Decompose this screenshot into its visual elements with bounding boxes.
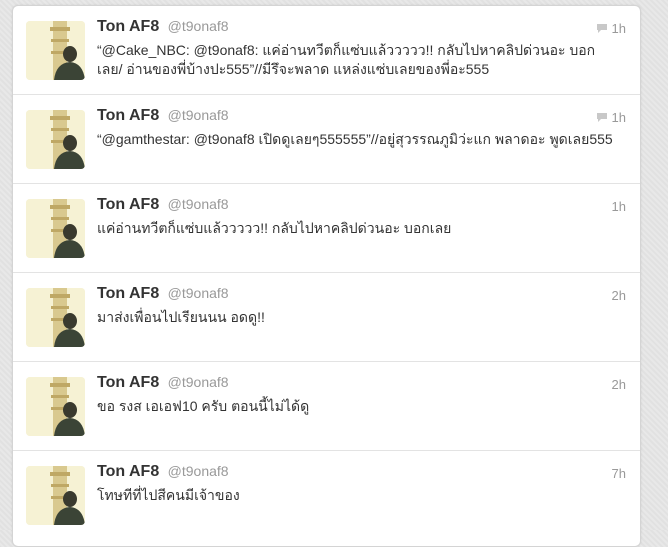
tweet-meta: 1h	[596, 21, 626, 36]
timestamp[interactable]: 2h	[612, 288, 626, 303]
timestamp[interactable]: 1h	[612, 21, 626, 36]
tweet-text: “@gamthestar: @t9onaf8 เปิดดูเลยๆ555555”…	[97, 131, 613, 147]
avatar[interactable]	[26, 110, 85, 169]
tweet-header: Ton AF8 @t9onaf8	[97, 285, 229, 305]
tweet-item[interactable]: Ton AF8 @t9onaf8 2h ขอ รงส เอเอฟ10 ครับ …	[13, 362, 640, 451]
user-handle[interactable]: @t9onaf8	[168, 285, 229, 301]
avatar[interactable]	[26, 21, 85, 80]
user-handle[interactable]: @t9onaf8	[168, 196, 229, 212]
tweet-timeline: Ton AF8 @t9onaf8 1h “@Cake_NBC: @t9onaf8…	[12, 5, 641, 547]
tweet-header: Ton AF8 @t9onaf8	[97, 107, 229, 127]
timestamp[interactable]: 7h	[612, 466, 626, 481]
timestamp[interactable]: 1h	[612, 199, 626, 214]
speech-bubble-icon	[596, 24, 607, 33]
user-name[interactable]: Ton AF8	[97, 463, 159, 480]
user-handle[interactable]: @t9onaf8	[168, 463, 229, 479]
tweet-meta: 1h	[612, 199, 626, 214]
avatar[interactable]	[26, 377, 85, 436]
profile-photo-icon	[26, 466, 85, 525]
tweet-text: แค่อ่านทวีตก็แซ่บแล้ววววว!! กลับไปหาคลิป…	[97, 220, 452, 236]
profile-photo-icon	[26, 377, 85, 436]
tweet-meta: 2h	[612, 288, 626, 303]
tweet-text: “@Cake_NBC: @t9onaf8: แค่อ่านทวีตก็แซ่บแ…	[97, 42, 596, 77]
tweet-item[interactable]: Ton AF8 @t9onaf8 1h แค่อ่านทวีตก็แซ่บแล้…	[13, 184, 640, 273]
user-name[interactable]: Ton AF8	[97, 18, 159, 35]
profile-photo-icon	[26, 199, 85, 258]
user-handle[interactable]: @t9onaf8	[168, 18, 229, 34]
tweet-item[interactable]: Ton AF8 @t9onaf8 1h “@Cake_NBC: @t9onaf8…	[13, 6, 640, 95]
timestamp[interactable]: 1h	[612, 110, 626, 125]
profile-photo-icon	[26, 288, 85, 347]
avatar[interactable]	[26, 466, 85, 525]
user-handle[interactable]: @t9onaf8	[168, 374, 229, 390]
speech-bubble-icon	[596, 113, 607, 122]
tweet-item[interactable]: Ton AF8 @t9onaf8 2h มาส่งเพื่อนไปเรียนนน…	[13, 273, 640, 362]
tweet-text: ขอ รงส เอเอฟ10 ครับ ตอนนี้ไม่ได้ดู	[97, 398, 310, 414]
avatar[interactable]	[26, 288, 85, 347]
user-name[interactable]: Ton AF8	[97, 107, 159, 124]
tweet-item[interactable]: Ton AF8 @t9onaf8 1h “@gamthestar: @t9ona…	[13, 95, 640, 184]
avatar[interactable]	[26, 199, 85, 258]
tweet-meta: 7h	[612, 466, 626, 481]
tweet-header: Ton AF8 @t9onaf8	[97, 18, 229, 38]
tweet-header: Ton AF8 @t9onaf8	[97, 463, 229, 483]
tweet-meta: 2h	[612, 377, 626, 392]
tweet-header: Ton AF8 @t9onaf8	[97, 374, 229, 394]
tweet-text: โทษทีที่ไปสีคนมีเจ้าของ	[97, 487, 240, 503]
user-name[interactable]: Ton AF8	[97, 374, 159, 391]
tweet-meta: 1h	[596, 110, 626, 125]
profile-photo-icon	[26, 21, 85, 80]
timestamp[interactable]: 2h	[612, 377, 626, 392]
tweet-header: Ton AF8 @t9onaf8	[97, 196, 229, 216]
user-handle[interactable]: @t9onaf8	[168, 107, 229, 123]
user-name[interactable]: Ton AF8	[97, 196, 159, 213]
tweet-item[interactable]: Ton AF8 @t9onaf8 7h โทษทีที่ไปสีคนมีเจ้า…	[13, 451, 640, 540]
tweet-text: มาส่งเพื่อนไปเรียนนน อดดู!!	[97, 309, 265, 325]
profile-photo-icon	[26, 110, 85, 169]
user-name[interactable]: Ton AF8	[97, 285, 159, 302]
